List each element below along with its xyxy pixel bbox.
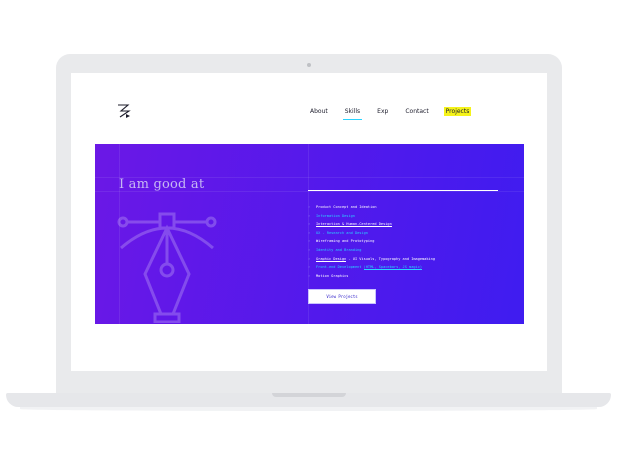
list-item: UX - Research and Design xyxy=(308,229,435,238)
nav-about[interactable]: About xyxy=(308,107,330,116)
nav-exp[interactable]: Exp xyxy=(375,107,390,116)
view-projects-button[interactable]: View Projects xyxy=(308,289,376,304)
list-item: Motion Graphics xyxy=(308,272,435,281)
list-item: Product Concept and Ideation xyxy=(308,203,435,212)
skill-label: Wireframing and Prototyping xyxy=(316,239,375,244)
screen: About Skills Exp Contact Projects I am g… xyxy=(71,73,547,371)
skill-link[interactable]: Interaction & Human-Centered Design xyxy=(316,222,392,228)
nav-contact[interactable]: Contact xyxy=(403,107,430,116)
skill-label: Motion Graphics xyxy=(316,273,349,278)
skill-link[interactable]: (HTML, Spacebars, JS magic) xyxy=(363,265,423,271)
skill-label: Front-end Development xyxy=(316,265,364,270)
laptop-shadow xyxy=(20,407,597,411)
list-item: Interaction & Human-Centered Design xyxy=(308,220,435,229)
skill-label: - UI Visuals, Typography and Imagemaking xyxy=(346,256,436,261)
webcam xyxy=(307,63,311,67)
skill-label: UX - Research and Design xyxy=(316,230,368,235)
skill-label: Information Design xyxy=(316,213,355,218)
nav-projects[interactable]: Projects xyxy=(443,107,472,116)
list-item: Wireframing and Prototyping xyxy=(308,237,435,246)
skill-label: Product Concept and Ideation xyxy=(316,205,377,209)
list-item: Identity and Branding xyxy=(308,246,435,255)
section-divider xyxy=(308,190,498,191)
list-item: Information Design xyxy=(308,212,435,221)
skill-label: Identity and Branding xyxy=(316,247,362,252)
skills-list: Product Concept and Ideation Information… xyxy=(308,203,435,280)
laptop-base-notch xyxy=(272,393,346,397)
main-nav: About Skills Exp Contact Projects xyxy=(308,107,484,120)
list-item: Front-end Development (HTML, Spacebars, … xyxy=(308,263,435,272)
skills-hero: I am good at Product Concept and Ideatio… xyxy=(95,144,524,324)
logo-mark-icon[interactable] xyxy=(117,103,131,119)
hero-title: I am good at xyxy=(119,177,205,192)
pen-tool-icon xyxy=(117,212,217,323)
list-item: Graphic Design - UI Visuals, Typography … xyxy=(308,255,435,264)
nav-skills[interactable]: Skills xyxy=(342,107,363,120)
skill-link[interactable]: Graphic Design xyxy=(316,256,347,262)
